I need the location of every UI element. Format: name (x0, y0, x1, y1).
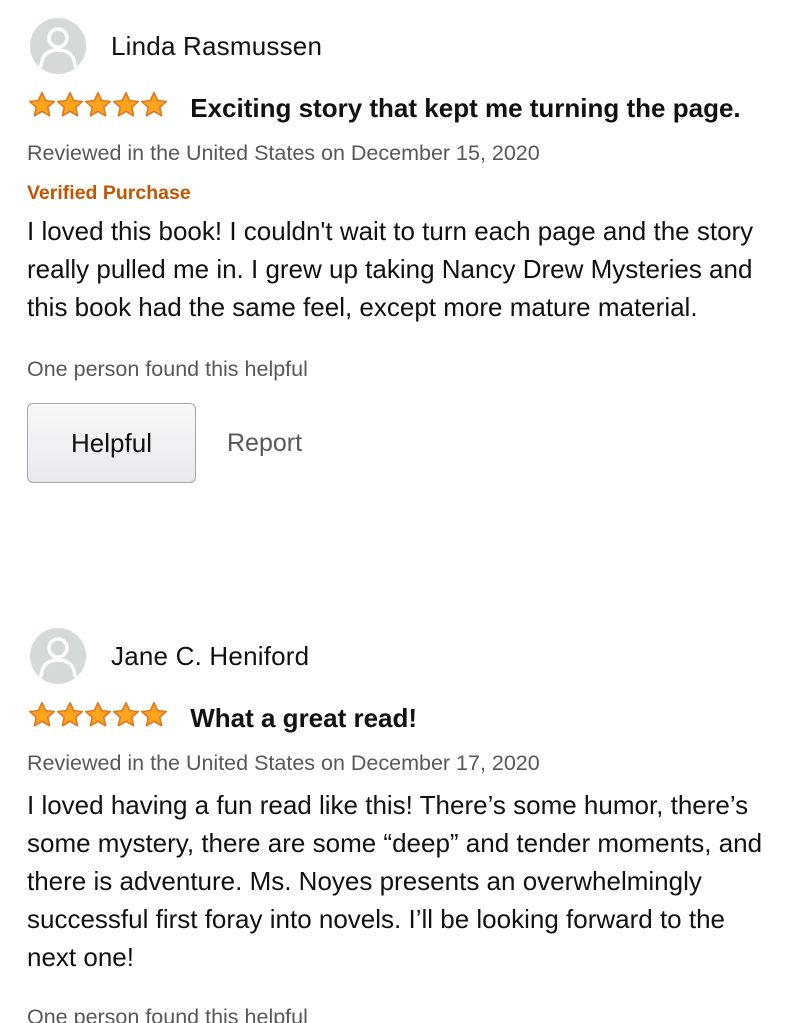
review-card: Linda Rasmussen Exciting story that kept… (27, 17, 767, 483)
star-icon (112, 701, 140, 727)
reviews-page: Linda Rasmussen Exciting story that kept… (0, 0, 790, 1023)
avatar (30, 628, 86, 684)
review-title-row[interactable]: Exciting story that kept me turning the … (27, 89, 767, 130)
helpful-count: One person found this helpful (27, 357, 308, 381)
review-title[interactable]: What a great read! (190, 703, 417, 733)
review-card: Jane C. Heniford What a great read! Revi… (27, 627, 767, 1023)
reviewer-name[interactable]: Jane C. Heniford (111, 641, 309, 672)
star-icon (56, 701, 84, 727)
review-date: Reviewed in the United States on Decembe… (27, 751, 540, 775)
star-icon (140, 701, 168, 727)
star-icon (28, 91, 56, 117)
star-icon (112, 91, 140, 117)
helpful-button[interactable]: Helpful (27, 403, 196, 483)
star-icon (84, 701, 112, 727)
star-icon (140, 91, 168, 117)
review-actions: Helpful Report (27, 403, 767, 483)
review-body: I loved having a fun read like this! The… (27, 790, 763, 972)
report-link[interactable]: Report (227, 429, 302, 458)
avatar (30, 18, 86, 74)
reviewer-name[interactable]: Linda Rasmussen (111, 31, 322, 62)
person-icon (39, 27, 77, 68)
reviewer-profile[interactable]: Linda Rasmussen (27, 17, 767, 75)
review-date: Reviewed in the United States on Decembe… (27, 141, 540, 165)
star-icon (84, 91, 112, 117)
star-icon (56, 91, 84, 117)
review-body: I loved this book! I couldn't wait to tu… (27, 216, 754, 322)
review-title-row[interactable]: What a great read! (27, 699, 767, 740)
review-title[interactable]: Exciting story that kept me turning the … (190, 93, 740, 123)
reviewer-profile[interactable]: Jane C. Heniford (27, 627, 767, 685)
star-icon (28, 701, 56, 727)
helpful-count: One person found this helpful (27, 1005, 308, 1023)
person-icon (39, 637, 77, 678)
star-rating[interactable] (27, 700, 168, 740)
star-rating[interactable] (27, 90, 168, 130)
verified-purchase-badge: Verified Purchase (27, 182, 191, 204)
